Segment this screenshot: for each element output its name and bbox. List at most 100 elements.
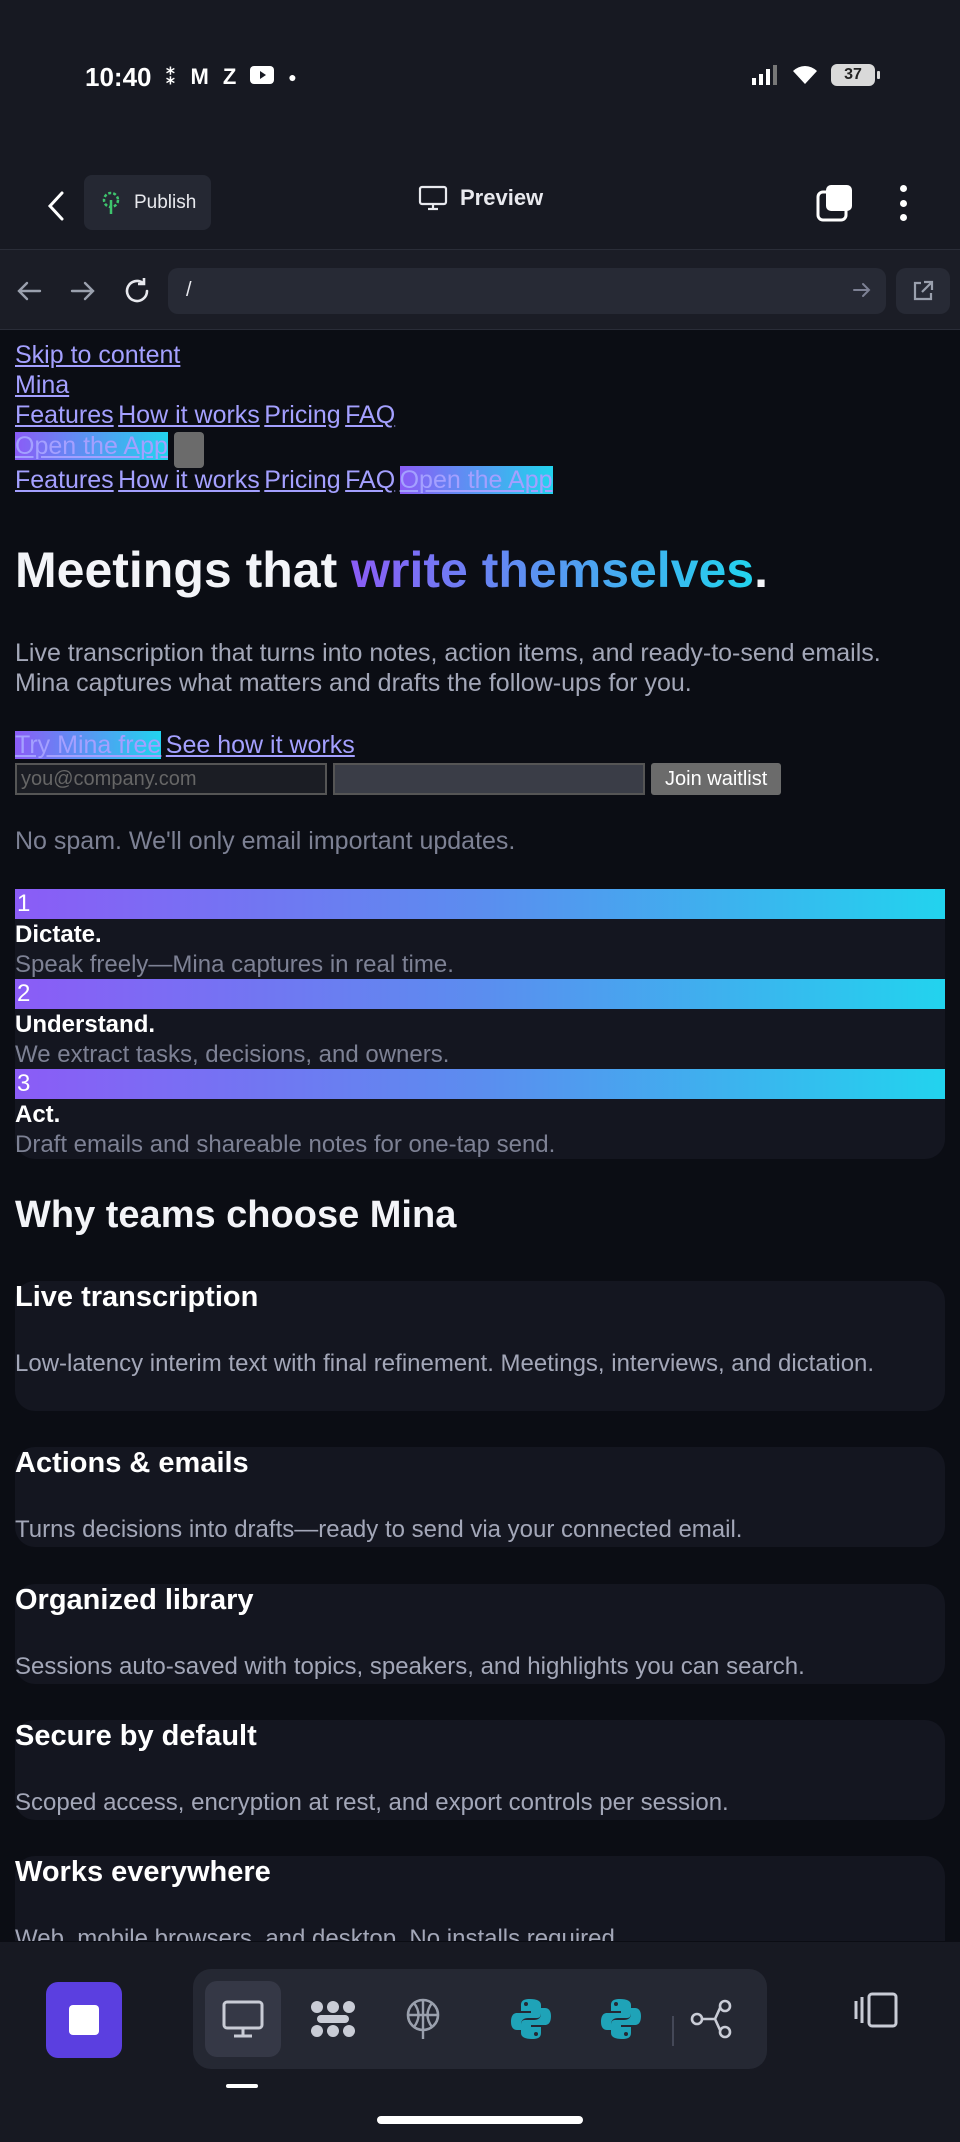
home-indicator[interactable]: [377, 2116, 583, 2124]
step-desc: We extract tasks, decisions, and owners.: [15, 1041, 450, 1068]
email-field[interactable]: you@company.com: [15, 763, 327, 795]
preview-tool-button[interactable]: [205, 1981, 281, 2057]
dots-icon: ⁑: [165, 64, 177, 89]
antenna-icon: [406, 1998, 440, 2039]
open-external-button[interactable]: [896, 268, 950, 314]
feature-desc: Turns decisions into drafts—ready to sen…: [15, 1516, 743, 1543]
arrow-right-icon: [70, 281, 95, 301]
publish-button[interactable]: Publish: [84, 175, 211, 230]
open-app-link[interactable]: Open the App: [15, 432, 168, 461]
reload-button[interactable]: [120, 274, 154, 308]
feature-desc: Web, mobile browsers, and desktop. No in…: [15, 1925, 622, 1941]
step-title: Act.: [15, 1101, 61, 1128]
python-icon: [601, 1999, 641, 2039]
tabs-icon: [816, 185, 852, 222]
feature-title: Actions & emails: [15, 1447, 249, 1479]
feature-title: Organized library: [15, 1584, 254, 1616]
python-tool-button[interactable]: [493, 1981, 569, 2057]
mobile-nav-how-it-works[interactable]: How it works: [118, 466, 260, 494]
sidebar-icon: [854, 1992, 898, 2028]
publish-label: Publish: [134, 191, 197, 213]
stop-icon: [69, 2005, 99, 2035]
feature-desc: Low-latency interim text with final refi…: [15, 1350, 875, 1377]
branch-icon: [690, 1999, 732, 2039]
active-tab-indicator: [226, 2084, 258, 2088]
hero-lead: Live transcription that turns into notes…: [15, 639, 881, 697]
step-desc: Speak freely—Mina captures in real time.: [15, 951, 454, 978]
step-title: Understand.: [15, 1011, 156, 1038]
preview-toggle[interactable]: Preview: [418, 185, 543, 211]
feature-title: Secure by default: [15, 1720, 257, 1752]
feature-card: Live transcription Low-latency interim t…: [15, 1281, 945, 1411]
see-how-it-works-link[interactable]: See how it works: [166, 731, 355, 759]
url-text: /: [186, 279, 192, 301]
preview-label: Preview: [460, 185, 544, 210]
step-desc: Draft emails and shareable notes for one…: [15, 1131, 556, 1158]
chevron-left-icon: [47, 191, 64, 221]
try-mina-free-link[interactable]: Try Mina free: [15, 731, 162, 759]
status-time: 10:40: [85, 62, 152, 92]
steps-section: 1 Dictate. Speak freely—Mina captures in…: [15, 889, 945, 1159]
nav-forward-button[interactable]: [66, 274, 100, 308]
join-waitlist-button[interactable]: Join waitlist: [651, 763, 782, 795]
dot-icon: ●: [288, 69, 297, 85]
git-tool-button[interactable]: [673, 1981, 749, 2057]
workflows-tool-button[interactable]: [295, 1981, 371, 2057]
skip-to-content-link[interactable]: Skip to content: [15, 341, 180, 369]
z-app-icon: Z: [222, 64, 237, 89]
youtube-icon: [250, 64, 275, 90]
url-input[interactable]: /: [168, 268, 886, 314]
more-dot-icon: [899, 214, 907, 221]
step-number: 1: [15, 889, 945, 919]
menu-toggle-button[interactable]: [173, 432, 204, 468]
nav-link-faq[interactable]: FAQ: [345, 401, 395, 429]
more-dot-icon: [899, 199, 907, 207]
feature-card: Works everywhere Web, mobile browsers, a…: [15, 1856, 945, 1941]
step-number: 3: [15, 1069, 945, 1099]
nav-link-features[interactable]: Features: [15, 401, 114, 429]
arrow-left-icon: [17, 281, 42, 301]
tabs-button[interactable]: [815, 183, 855, 223]
go-arrow-icon[interactable]: [852, 280, 872, 300]
nav-back-button[interactable]: [12, 274, 46, 308]
why-section-title: Why teams choose Mina: [15, 1194, 457, 1236]
deploy-tool-button[interactable]: [385, 1981, 461, 2057]
more-dot-icon: [899, 185, 907, 192]
hero-title: Meetings that write themselves.: [15, 542, 769, 598]
stop-button[interactable]: [46, 1982, 122, 2058]
bottom-dock: [0, 1942, 960, 2142]
feature-title: Live transcription: [15, 1281, 259, 1313]
feature-title: Works everywhere: [15, 1856, 271, 1888]
mobile-nav-faq[interactable]: FAQ: [345, 466, 395, 494]
python-tool-button-2[interactable]: [583, 1981, 659, 2057]
feature-desc: Sessions auto-saved with topics, speaker…: [15, 1653, 805, 1680]
brand-link[interactable]: Mina: [15, 371, 69, 399]
monitor-icon: [222, 2000, 264, 2038]
publish-tree-icon: [102, 191, 120, 214]
more-menu-button[interactable]: [885, 183, 921, 223]
battery-icon: 37: [831, 64, 880, 86]
panel-toggle-button[interactable]: [848, 1982, 904, 2038]
name-field[interactable]: [333, 763, 645, 795]
back-button[interactable]: [38, 183, 74, 229]
mobile-nav-pricing[interactable]: Pricing: [264, 466, 340, 494]
python-icon: [511, 1999, 551, 2039]
hero-title-gradient: write themselves: [351, 542, 755, 598]
external-link-icon: [913, 280, 934, 301]
mobile-open-app-link[interactable]: Open the App: [399, 466, 553, 494]
step-title: Dictate.: [15, 921, 102, 948]
mobile-nav-features[interactable]: Features: [15, 466, 114, 494]
notification-icons: ⁑ M Z ●: [165, 64, 297, 90]
nav-link-pricing[interactable]: Pricing: [264, 401, 340, 429]
status-bar: 10:40 ⁑ M Z ● 37: [0, 0, 960, 165]
url-bar: /: [0, 250, 960, 330]
nav-link-how-it-works[interactable]: How it works: [118, 401, 260, 429]
reload-icon: [125, 278, 149, 303]
no-spam-note: No spam. We'll only email important upda…: [15, 827, 516, 855]
tool-group: [193, 1969, 767, 2069]
web-preview: Skip to content Mina Features How it wor…: [0, 331, 960, 1941]
app-bar: Publish Preview: [0, 165, 960, 250]
wifi-icon: [793, 66, 817, 84]
feature-card: Secure by default Scoped access, encrypt…: [15, 1720, 945, 1820]
gmail-icon: M: [190, 64, 209, 89]
